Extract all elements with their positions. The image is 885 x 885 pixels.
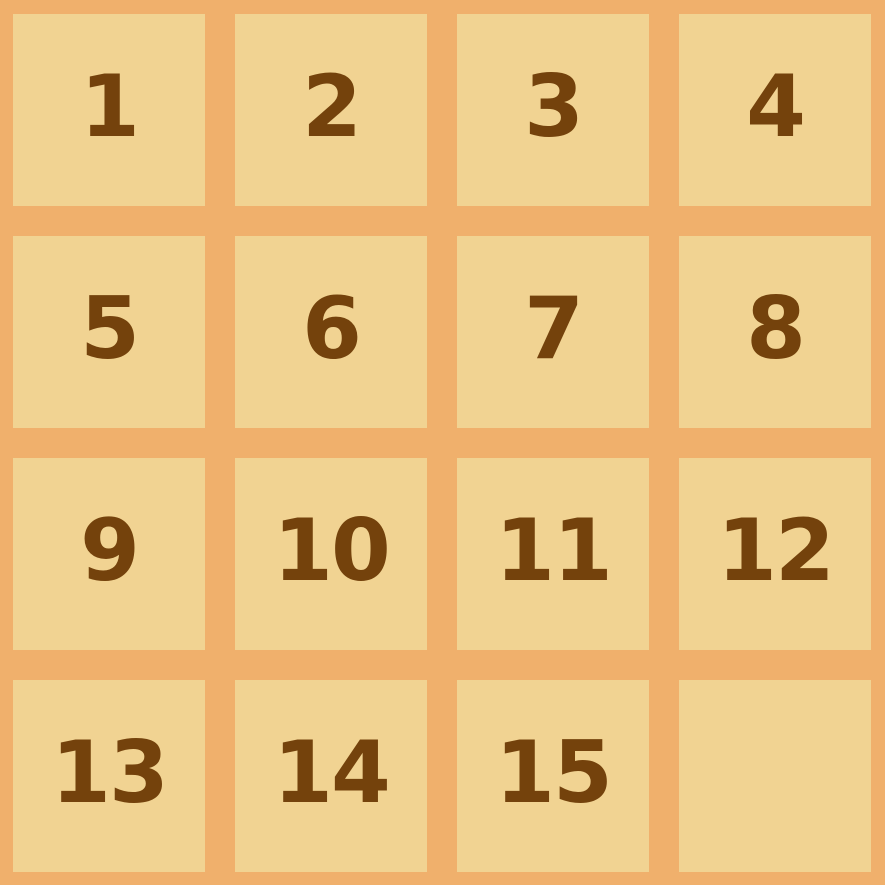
tile-15[interactable]: 15: [457, 680, 649, 872]
tile-label: 11: [495, 501, 613, 601]
tile-9[interactable]: 9: [13, 458, 205, 650]
tile-label: 1: [80, 57, 140, 157]
tile-3[interactable]: 3: [457, 14, 649, 206]
tile-label: 6: [302, 279, 362, 379]
empty-tile[interactable]: [679, 680, 871, 872]
tile-6[interactable]: 6: [235, 236, 427, 428]
puzzle-board: 1 2 3 4 5 6 7 8 9 10 11 12 13 14 15: [0, 0, 885, 885]
tile-2[interactable]: 2: [235, 14, 427, 206]
tile-label: 2: [302, 57, 362, 157]
tile-12[interactable]: 12: [679, 458, 871, 650]
tile-11[interactable]: 11: [457, 458, 649, 650]
tile-label: 8: [746, 279, 806, 379]
tile-label: 15: [495, 723, 613, 823]
tile-7[interactable]: 7: [457, 236, 649, 428]
tile-label: 13: [51, 723, 169, 823]
tile-14[interactable]: 14: [235, 680, 427, 872]
tile-label: 7: [524, 279, 584, 379]
tile-13[interactable]: 13: [13, 680, 205, 872]
tile-10[interactable]: 10: [235, 458, 427, 650]
tile-label: 9: [80, 501, 140, 601]
tile-label: 12: [717, 501, 835, 601]
tile-1[interactable]: 1: [13, 14, 205, 206]
tile-label: 10: [273, 501, 391, 601]
tile-8[interactable]: 8: [679, 236, 871, 428]
tile-5[interactable]: 5: [13, 236, 205, 428]
tile-label: 4: [746, 57, 806, 157]
tile-4[interactable]: 4: [679, 14, 871, 206]
tile-label: 14: [273, 723, 391, 823]
tile-label: 5: [80, 279, 140, 379]
tile-label: 3: [524, 57, 584, 157]
